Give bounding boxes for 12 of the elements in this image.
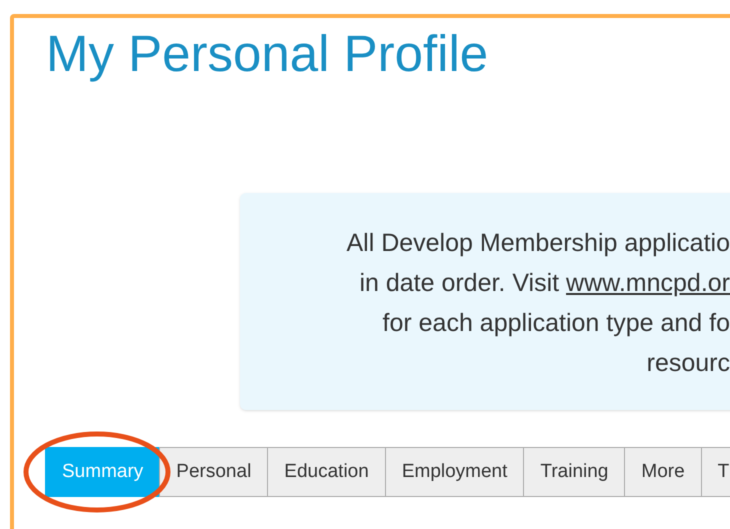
profile-tab[interactable]: Training (523, 447, 626, 497)
profile-tab[interactable]: Personal (159, 447, 268, 497)
notice-text: for each application type and fo (382, 308, 730, 339)
website-link[interactable]: www.mncpd.or (566, 269, 730, 297)
notice-text: All Develop Membership applicatio (346, 228, 730, 259)
profile-tab[interactable]: Employment (384, 447, 524, 497)
page-title: My Personal Profile (46, 24, 488, 84)
notice-text: in date order. Visit www.mncpd.or (359, 268, 730, 299)
notice-text: resourc (646, 348, 730, 379)
profile-tab[interactable]: Education (267, 447, 386, 497)
profile-tab[interactable]: T (700, 447, 730, 497)
profile-tab[interactable]: More (624, 447, 702, 497)
